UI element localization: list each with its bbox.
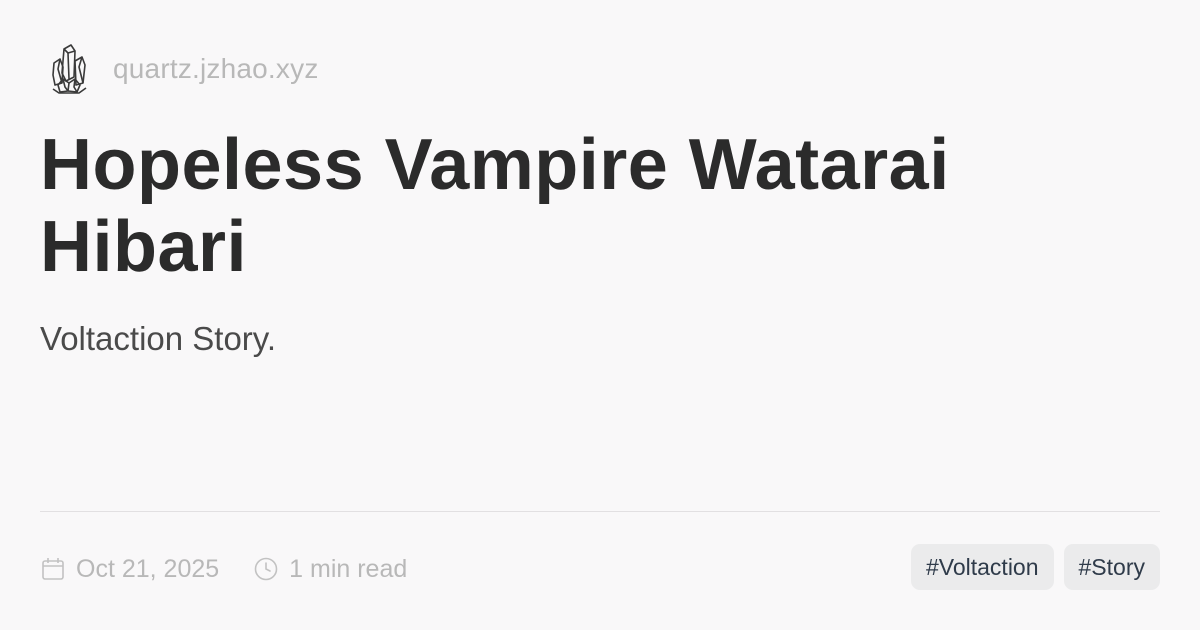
publish-date: Oct 21, 2025 [40, 555, 219, 584]
reading-time-text: 1 min read [289, 554, 408, 583]
site-url[interactable]: quartz.jzhao.xyz [113, 53, 319, 85]
tag-voltaction[interactable]: #Voltaction [910, 544, 1054, 590]
og-card: quartz.jzhao.xyz Hopeless Vampire Watara… [0, 0, 1200, 630]
calendar-icon [40, 556, 66, 582]
tag-story[interactable]: #Story [1063, 544, 1160, 590]
page-description: Voltaction Story. [40, 320, 277, 357]
reading-time: 1 min read [253, 555, 407, 584]
clock-icon [253, 556, 279, 582]
publish-date-text: Oct 21, 2025 [76, 554, 220, 583]
page-title: Hopeless Vampire Watarai Hibari [40, 125, 950, 287]
site-header[interactable]: quartz.jzhao.xyz [40, 40, 319, 98]
tag-list: #Voltaction #Story [910, 544, 1160, 590]
divider [40, 511, 1160, 512]
post-meta: Oct 21, 2025 1 min read [40, 549, 407, 589]
crystal-icon [40, 40, 98, 98]
